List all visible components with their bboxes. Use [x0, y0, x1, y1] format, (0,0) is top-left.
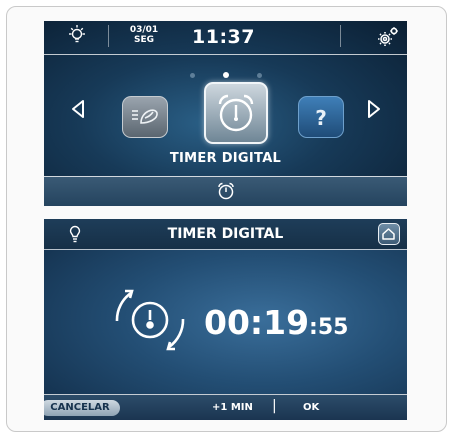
previous-arrow-icon[interactable]	[70, 99, 86, 123]
home-icon	[382, 228, 395, 240]
separator: |	[272, 398, 277, 414]
timer-screen: TIMER DIGITAL 00:19:55 CANCELAR +1 MIN |	[44, 219, 407, 420]
alarm-clock-icon[interactable]	[216, 181, 236, 205]
ok-button[interactable]: OK	[303, 402, 319, 413]
divider	[108, 25, 109, 47]
date-display: 03/01 SEG	[124, 25, 164, 45]
lightbulb-icon[interactable]	[67, 24, 87, 50]
next-arrow-icon[interactable]	[366, 99, 382, 123]
page-dot	[256, 73, 262, 78]
svg-text:?: ?	[315, 106, 327, 130]
page-title: TIMER DIGITAL	[167, 226, 284, 242]
divider	[44, 54, 407, 55]
timer-cycle-icon	[107, 277, 193, 367]
alarm-clock-icon	[218, 94, 254, 132]
timer-seconds: :55	[309, 315, 349, 340]
recipe-tile[interactable]	[122, 96, 168, 138]
help-icon: ?	[315, 106, 327, 130]
divider	[340, 25, 341, 47]
weekday-value: SEG	[133, 35, 155, 45]
clock-time: 11:37	[192, 26, 255, 48]
page-indicator	[44, 63, 407, 82]
timer-tile-selected[interactable]	[204, 82, 268, 144]
recipe-icon	[132, 109, 158, 124]
action-bar: CANCELAR +1 MIN | OK	[44, 394, 407, 420]
carousel-label: TIMER DIGITAL	[169, 151, 282, 166]
divider	[44, 249, 407, 250]
header-bar: TIMER DIGITAL	[44, 219, 407, 249]
timer-minutes: 00:19	[204, 303, 310, 342]
home-button[interactable]	[378, 223, 400, 245]
date-value: 03/01	[129, 25, 159, 35]
bottom-bar	[44, 176, 407, 206]
settings-gears-icon[interactable]	[376, 26, 400, 52]
help-tile[interactable]: ?	[298, 96, 344, 138]
timer-countdown: 00:19:55	[204, 303, 348, 342]
add-minute-button[interactable]: +1 MIN	[212, 402, 253, 413]
page-dot	[189, 73, 195, 78]
cancel-button[interactable]: CANCELAR	[44, 400, 120, 416]
menu-screen: 03/01 SEG 11:37 ? TIMER DIGITAL	[44, 21, 407, 206]
page-dot-active	[222, 72, 229, 78]
status-bar: 03/01 SEG 11:37	[44, 21, 407, 54]
